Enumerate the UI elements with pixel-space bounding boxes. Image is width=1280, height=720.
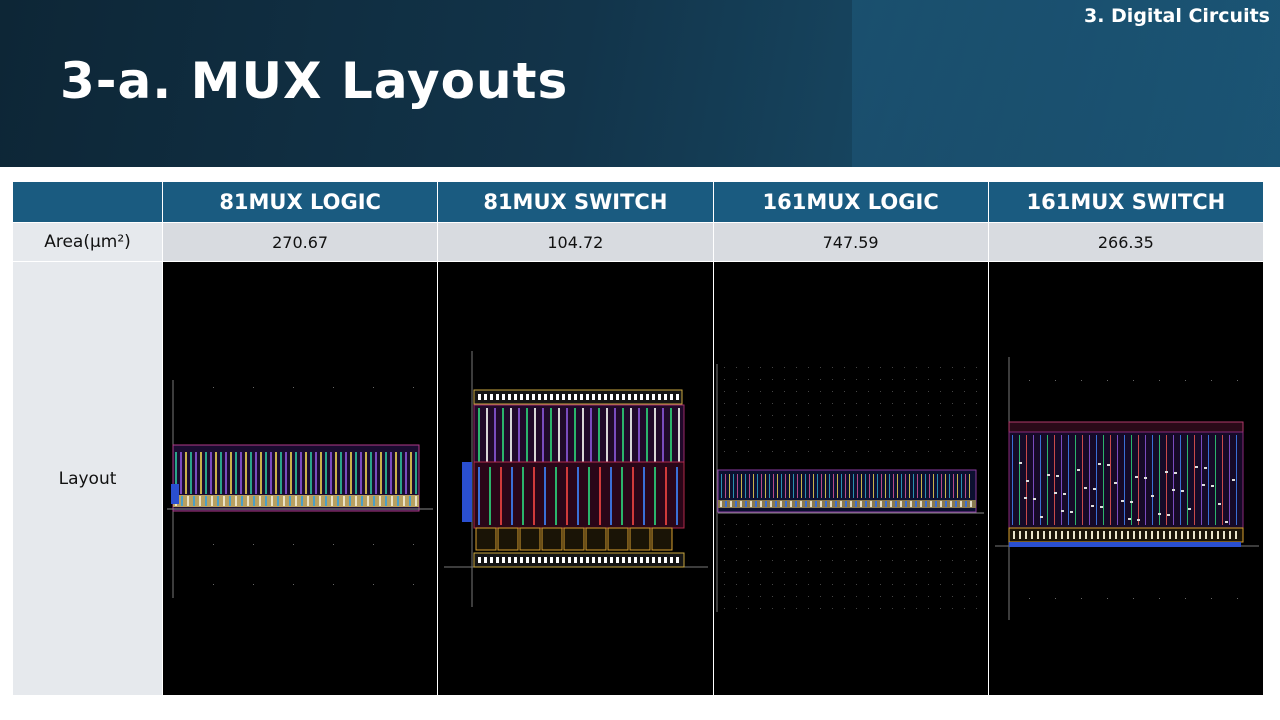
area-row: Area(μm²) 270.67 104.72 747.59 266.35: [12, 222, 1265, 262]
layout-image-81mux-logic: [161, 261, 439, 696]
layout-image-161mux-switch: [987, 261, 1265, 696]
layout-81mux-logic-drawing: [167, 380, 433, 598]
column-header-81mux-logic: 81MUX LOGIC: [161, 181, 439, 223]
area-value-81mux-switch: 104.72: [437, 222, 714, 262]
area-row-label: Area(μm²): [12, 222, 163, 262]
layout-row: Layout: [12, 261, 1265, 696]
mux-comparison-table: 81MUX LOGIC 81MUX SWITCH 161MUX LOGIC 16…: [12, 181, 1265, 696]
section-label: 3. Digital Circuits: [1083, 5, 1270, 27]
layout-image-81mux-switch: [437, 261, 714, 696]
column-header-161mux-switch: 161MUX SWITCH: [987, 181, 1265, 223]
header-corner-cell: [12, 181, 163, 223]
title-banner: 3. Digital Circuits 3-a. MUX Layouts: [0, 0, 1280, 167]
column-header-81mux-switch: 81MUX SWITCH: [437, 181, 714, 223]
area-value-161mux-logic: 747.59: [712, 222, 989, 262]
column-header-161mux-logic: 161MUX LOGIC: [712, 181, 989, 223]
layout-81mux-switch-drawing: [444, 351, 709, 607]
area-value-81mux-logic: 270.67: [161, 222, 439, 262]
slide-title: 3-a. MUX Layouts: [60, 52, 569, 110]
layout-image-161mux-logic: [712, 261, 989, 696]
layout-161mux-switch-drawing: [994, 357, 1259, 620]
area-value-161mux-switch: 266.35: [987, 222, 1265, 262]
layout-161mux-logic-drawing: [716, 364, 984, 612]
layout-row-label: Layout: [12, 261, 163, 696]
table-header-row: 81MUX LOGIC 81MUX SWITCH 161MUX LOGIC 16…: [12, 181, 1265, 223]
